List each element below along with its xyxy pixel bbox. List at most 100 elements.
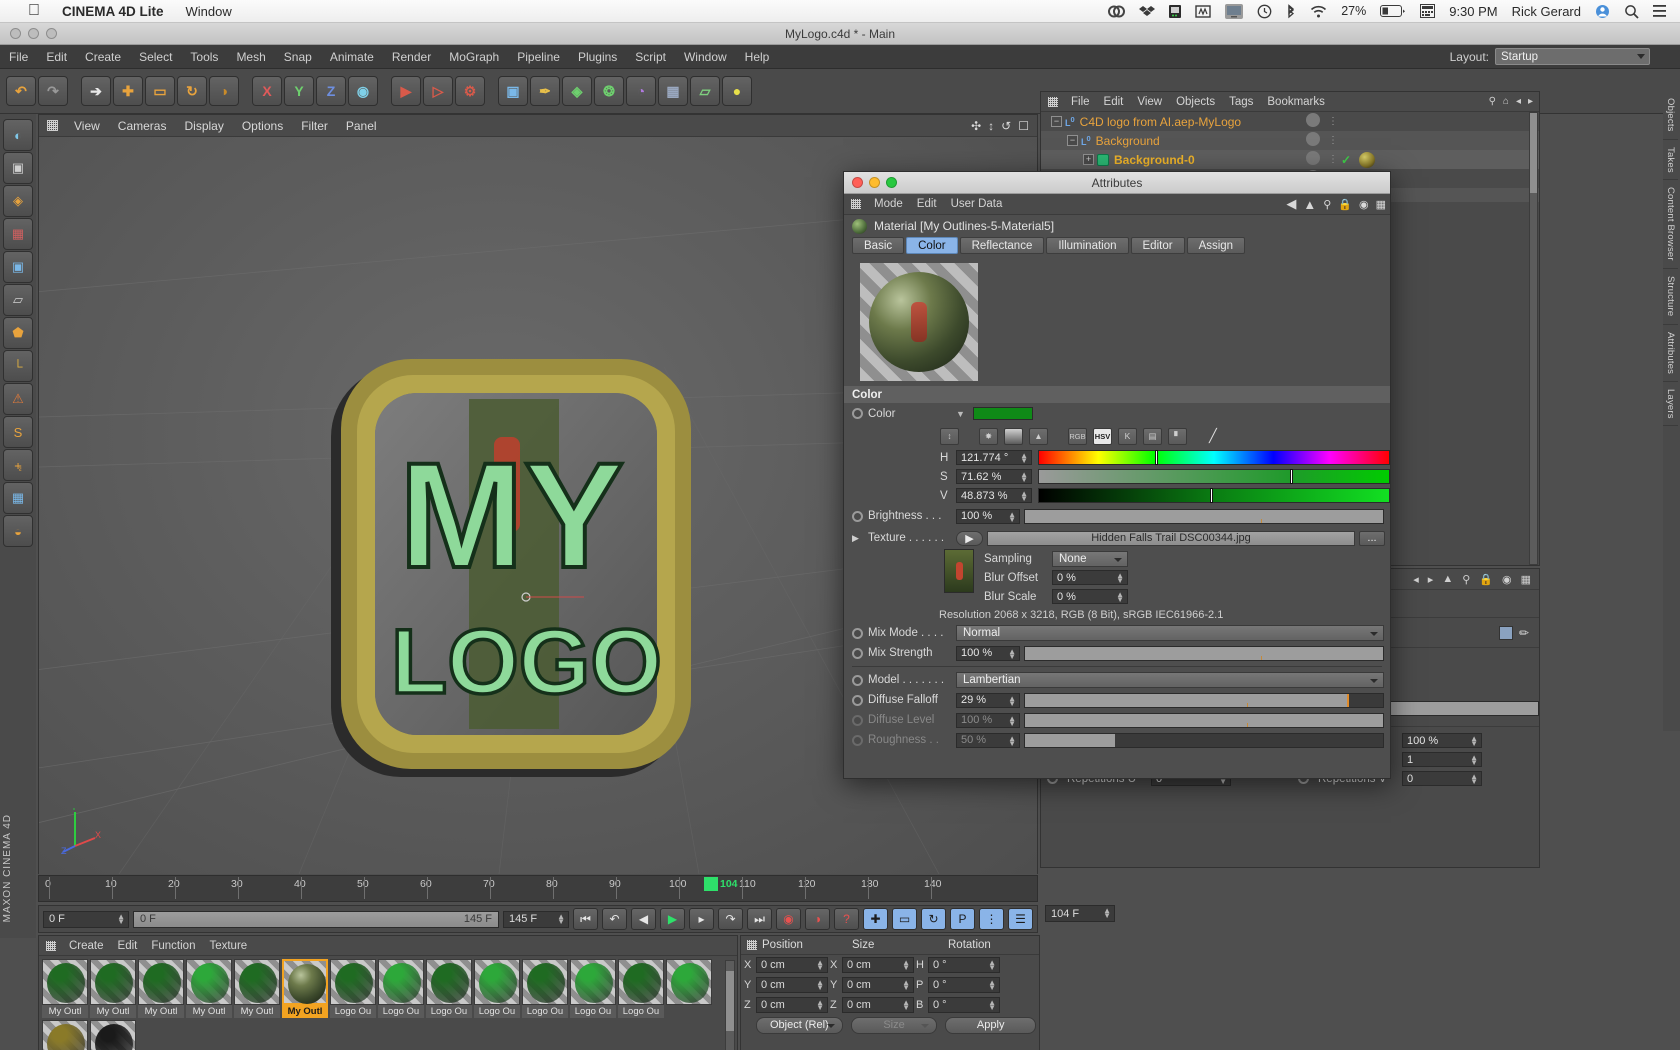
anim-dot-icon[interactable] [852,647,863,659]
position-y-field[interactable]: 0 cm ▲ ▼ [756,977,828,993]
tab-illumination[interactable]: Illumination [1046,237,1129,254]
material-thumbnail[interactable] [186,959,232,1005]
mix-strength-field[interactable]: 100 % ▲ ▼ [956,645,1020,661]
material-menu-edit[interactable]: Edit [111,940,145,952]
rgb-mode-icon[interactable]: RGB [1068,427,1087,445]
object-row-1[interactable]: − L0 Background ⋮ [1041,131,1539,150]
notification-center-icon[interactable] [1653,4,1666,18]
lock-icon[interactable]: 🔒 [1479,573,1493,586]
bluetooth-icon[interactable] [1286,3,1296,19]
material-thumbnail[interactable] [522,959,568,1005]
menu-mesh[interactable]: Mesh [227,50,274,64]
swatches-icon[interactable]: ▘ [1168,427,1187,445]
material-item[interactable]: Logo Ou [522,959,568,1018]
saturation-slider-knob[interactable] [1289,469,1293,484]
loop-back-icon[interactable]: ↶ [602,908,627,930]
apple-icon[interactable]:  [28,3,40,19]
scrollbar-thumb[interactable] [726,971,734,1031]
up-icon[interactable]: ▲ [1442,573,1453,585]
menu-pipeline[interactable]: Pipeline [508,50,569,64]
fast-user-switch-icon[interactable] [1595,4,1610,19]
snap-icon[interactable]: ⨧ [3,449,33,481]
panel-grip-icon[interactable] [1048,96,1058,107]
render-settings-icon[interactable]: ⚙ [455,76,485,106]
material-thumbnail[interactable] [42,959,88,1005]
pla-key-icon[interactable]: ⋮ [979,908,1004,930]
coordinates-frame-field[interactable]: 104 F ▲ ▼ [1045,905,1115,922]
tag-slot[interactable] [1306,132,1320,149]
menu-plugins[interactable]: Plugins [569,50,626,64]
menu-animate[interactable]: Animate [321,50,383,64]
material-item[interactable]: Logo Ou [570,959,616,1018]
lock-icon[interactable]: 🔒 [1338,198,1352,211]
material-thumbnail[interactable] [138,959,184,1005]
material-manager[interactable]: Create Edit Function Texture My Outl My O… [38,935,738,1050]
display-arrangement-icon[interactable] [1195,4,1211,19]
kelvin-mode-icon[interactable]: K [1118,427,1137,445]
live-selection-icon[interactable]: ➔ [81,76,111,106]
anim-dot-icon[interactable] [852,510,863,522]
objects-menu-objects[interactable]: Objects [1169,96,1222,108]
object-row-0[interactable]: − L0 C4D logo from AI.aep-MyLogo ⋮ [1041,112,1539,131]
dropbox-icon[interactable] [1139,4,1156,19]
mix-strength-slider[interactable] [1024,645,1384,661]
scale-icon[interactable]: ▭ [145,76,175,106]
tree-collapse-icon[interactable]: − [1067,135,1078,146]
material-item[interactable]: Logo Ou [618,959,664,1018]
points-mode-icon[interactable]: ▣ [3,251,33,283]
viewport-menu-filter[interactable]: Filter [292,119,337,133]
object-mode-icon[interactable]: ◈ [3,185,33,217]
diffuse-falloff-slider[interactable] [1024,692,1384,708]
prev-icon[interactable]: ◂ [1413,573,1419,586]
material-scrollbar[interactable] [725,960,735,1050]
menu-snap[interactable]: Snap [275,50,321,64]
material-item[interactable] [90,1020,136,1050]
cube-icon[interactable]: ▣ [498,76,528,106]
workplane-icon[interactable]: ▦ [3,482,33,514]
param-key-icon[interactable]: P [950,908,975,930]
world-axis-icon[interactable]: ◉ [348,76,378,106]
blur-scale-field[interactable]: 0 % ▲ ▼ [1052,589,1128,604]
material-thumbnail[interactable] [426,959,472,1005]
camera-icon[interactable]: ▱ [690,76,720,106]
panel-grip-icon[interactable] [851,199,861,209]
value-field[interactable]: 48.873 % ▲ ▼ [956,488,1032,503]
material-thumbnail[interactable] [666,959,712,1005]
tag-menu-icon[interactable]: ⋮ [1328,135,1338,146]
rotation-b-field[interactable]: 0 ° ▲ ▼ [928,997,1000,1013]
viewport-menu-view[interactable]: View [65,119,109,133]
material-item[interactable]: My Outl [234,959,280,1018]
tag-menu-icon[interactable]: ⋮ [1328,116,1338,127]
texture-menu-button[interactable]: ▶ [956,530,983,546]
go-to-start-icon[interactable]: ⏮ [573,908,598,930]
menu-file[interactable]: File [0,50,37,64]
objects-menu-edit[interactable]: Edit [1097,96,1131,108]
apply-button[interactable]: Apply [945,1016,1036,1034]
material-item[interactable]: My Outl [282,959,328,1018]
layout-dropdown[interactable]: Startup [1495,48,1650,65]
menu-window[interactable]: Window [675,50,736,64]
undo-icon[interactable]: ↶ [6,76,36,106]
viewport-menu-options[interactable]: Options [233,119,292,133]
tab-attributes[interactable]: Attributes [1663,325,1678,382]
hsv-mode-icon[interactable]: HSV [1093,427,1112,445]
render-view-icon[interactable]: ▶ [391,76,421,106]
autokey-icon[interactable]: ◑ [805,908,830,930]
frame-range-slider[interactable]: 0 F 145 F [133,910,499,928]
texture-preview-icon[interactable] [1498,625,1513,640]
material-item[interactable]: My Outl [138,959,184,1018]
pin-icon[interactable]: ◉ [1359,198,1369,211]
coordinates-manager[interactable]: Position Size Rotation X 0 cm ▲ ▼ X 0 cm ▲ ▼… [740,935,1040,1050]
material-item[interactable] [42,1020,88,1050]
time-machine-icon[interactable] [1257,4,1272,19]
minimize-button[interactable] [28,28,39,39]
object-name[interactable]: C4D logo from AI.aep-MyLogo [1080,115,1241,129]
size-x-field[interactable]: 0 cm ▲ ▼ [842,957,914,973]
tab-objects[interactable]: Objects [1663,91,1678,140]
material-thumbnail[interactable] [330,959,376,1005]
size-mode-dropdown[interactable]: Size [850,1016,938,1034]
objects-menu-bookmarks[interactable]: Bookmarks [1260,96,1332,108]
visibility-check-icon[interactable]: ✓ [1341,153,1351,167]
step-forward-icon[interactable]: ▸ [689,908,714,930]
close-button[interactable] [10,28,21,39]
